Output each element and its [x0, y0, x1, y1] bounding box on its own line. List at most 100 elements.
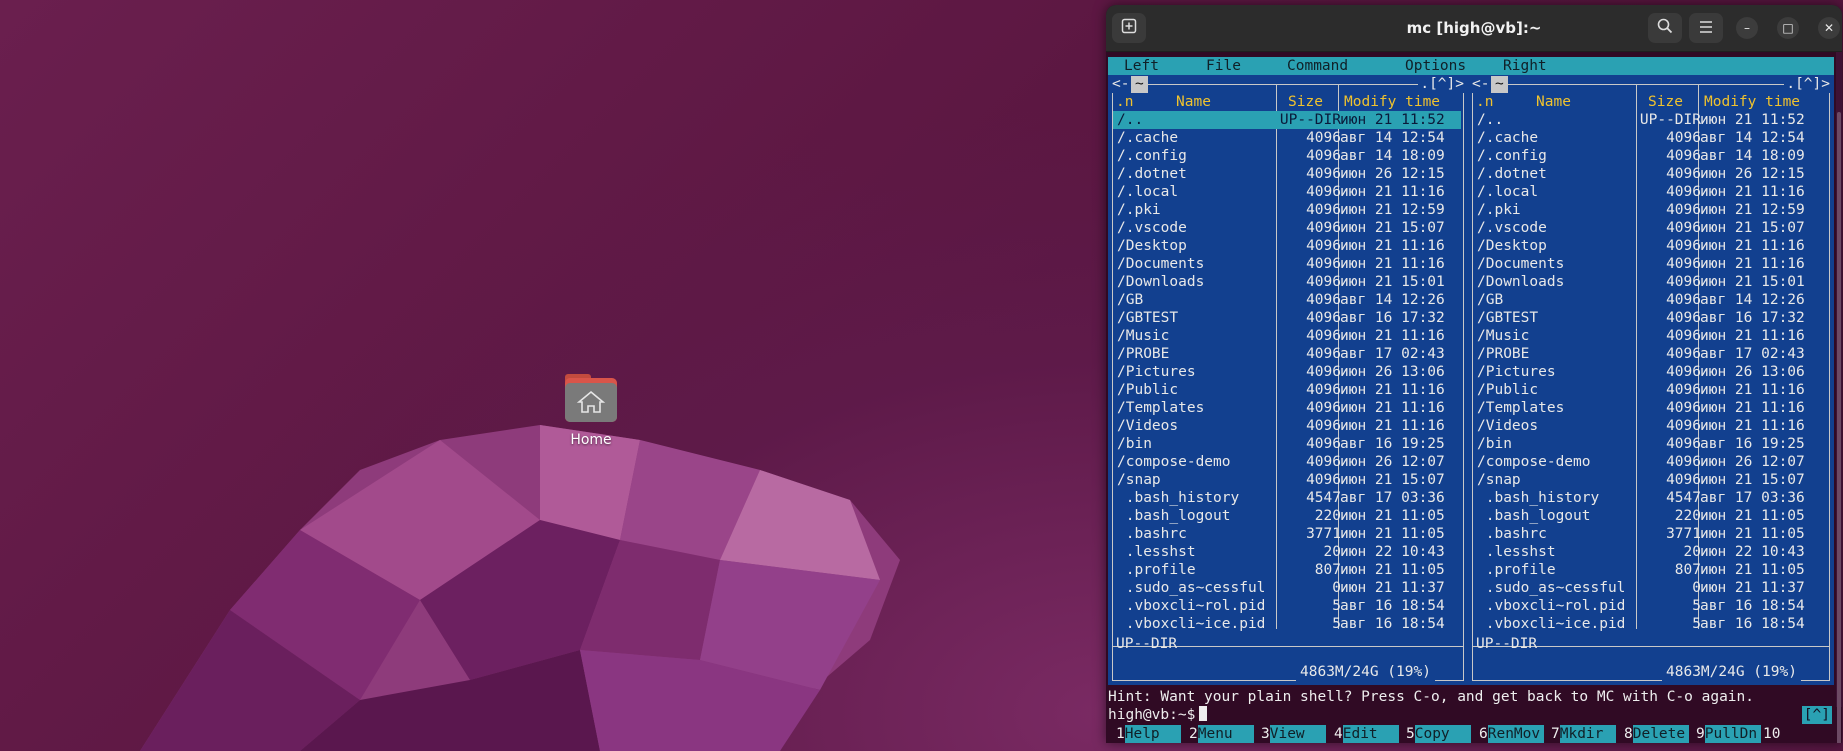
file-row[interactable]: /Public 4096 июн 21 11:16 [1113, 381, 1461, 399]
history-right-arrow[interactable]: .[^]> [1418, 76, 1464, 93]
history-left-arrow[interactable]: <- [1112, 76, 1132, 93]
file-row[interactable]: /.vscode 4096 июн 21 15:07 [1473, 219, 1827, 237]
file-row[interactable]: /Music 4096 июн 21 11:16 [1113, 327, 1461, 345]
file-row[interactable]: .profile 807 июн 21 11:05 [1473, 561, 1827, 579]
file-row[interactable]: /Documents 4096 июн 21 11:16 [1473, 255, 1827, 273]
column-header-size[interactable]: Size [1648, 93, 1683, 111]
file-row[interactable]: /PROBE 4096 авг 17 02:43 [1473, 345, 1827, 363]
file-row[interactable]: /.pki 4096 июн 21 12:59 [1473, 201, 1827, 219]
fkey-delete[interactable]: 8Delete [1624, 725, 1689, 743]
file-row[interactable]: .vboxcli~rol.pid 5 авг 16 18:54 [1473, 597, 1827, 615]
file-row[interactable]: /Pictures 4096 июн 26 13:06 [1113, 363, 1461, 381]
history-left-arrow[interactable]: <- [1472, 76, 1492, 93]
file-row[interactable]: /Videos 4096 июн 21 11:16 [1473, 417, 1827, 435]
column-header-time[interactable]: Modify time [1704, 93, 1800, 111]
right-panel[interactable]: <- ~ .[^]> .n Name Size Modify time /.. U… [1468, 75, 1834, 685]
fkey-menu[interactable]: 2Menu [1189, 725, 1254, 743]
search-button[interactable] [1648, 13, 1682, 43]
menu-file[interactable]: File [1206, 57, 1241, 75]
file-row[interactable]: /compose-demo 4096 июн 26 12:07 [1473, 453, 1827, 471]
new-tab-button[interactable] [1112, 13, 1146, 43]
file-row[interactable]: /.. UP--DIR июн 21 11:52 [1473, 111, 1827, 129]
file-row[interactable]: .vboxcli~rol.pid 5 авг 16 18:54 [1113, 597, 1461, 615]
function-key-bar[interactable]: 1Help 2Menu 3View 4Edit 5Copy 6RenMov 7Mkdir 8D… [1108, 725, 1840, 743]
file-row[interactable]: .bash_logout 220 июн 21 11:05 [1473, 507, 1827, 525]
fkey-renmov[interactable]: 6RenMov [1479, 725, 1544, 743]
file-row[interactable]: /.local 4096 июн 21 11:16 [1113, 183, 1461, 201]
terminal-window[interactable]: mc [high@vb]:~ – □ ✕ Left File Command O… [1106, 5, 1842, 743]
file-row[interactable]: .lesshst 20 июн 22 10:43 [1113, 543, 1461, 561]
file-row[interactable]: .bash_history 4547 авг 17 03:36 [1113, 489, 1461, 507]
fkey-pulldn[interactable]: 9PullDn [1696, 725, 1761, 743]
file-row[interactable]: /compose-demo 4096 июн 26 12:07 [1113, 453, 1461, 471]
column-header-name[interactable]: Name [1536, 93, 1571, 111]
file-row[interactable]: /snap 4096 июн 21 15:07 [1113, 471, 1461, 489]
column-header-name[interactable]: Name [1176, 93, 1211, 111]
title-bar[interactable]: mc [high@vb]:~ – □ ✕ [1106, 5, 1842, 52]
file-row[interactable]: .vboxcli~ice.pid 5 авг 16 18:54 [1113, 615, 1461, 633]
column-header-time[interactable]: Modify time [1344, 93, 1440, 111]
menu-right[interactable]: Right [1503, 57, 1547, 75]
file-row[interactable]: /GBTEST 4096 авг 16 17:32 [1113, 309, 1461, 327]
fkey-quit[interactable]: 10Quit [1763, 725, 1840, 743]
file-row[interactable]: /GBTEST 4096 авг 16 17:32 [1473, 309, 1827, 327]
file-row[interactable]: /.cache 4096 авг 14 12:54 [1113, 129, 1461, 147]
file-row[interactable]: /GB 4096 авг 14 12:26 [1473, 291, 1827, 309]
column-header-size[interactable]: Size [1288, 93, 1323, 111]
file-row[interactable]: /Desktop 4096 июн 21 11:16 [1113, 237, 1461, 255]
file-row[interactable]: .vboxcli~ice.pid 5 авг 16 18:54 [1473, 615, 1827, 633]
file-row[interactable]: /.cache 4096 авг 14 12:54 [1473, 129, 1827, 147]
file-row[interactable]: /Desktop 4096 июн 21 11:16 [1473, 237, 1827, 255]
file-row[interactable]: /Downloads 4096 июн 21 15:01 [1473, 273, 1827, 291]
file-row[interactable]: .sudo_as~cessful 0 июн 21 11:37 [1473, 579, 1827, 597]
panel-path[interactable]: ~ [1491, 76, 1508, 93]
mc-menu-bar[interactable]: Left File Command Options Right [1108, 57, 1834, 75]
file-row[interactable]: /Public 4096 июн 21 11:16 [1473, 381, 1827, 399]
file-row[interactable]: .profile 807 июн 21 11:05 [1113, 561, 1461, 579]
file-row[interactable]: /bin 4096 авг 16 19:25 [1473, 435, 1827, 453]
fkey-view[interactable]: 3View [1261, 725, 1326, 743]
file-row[interactable]: .lesshst 20 июн 22 10:43 [1473, 543, 1827, 561]
scrollbar-thumb[interactable] [1837, 112, 1841, 743]
sort-indicator[interactable]: .n [1476, 93, 1493, 111]
minimize-button[interactable]: – [1736, 17, 1758, 39]
shell-prompt[interactable]: high@vb:~$ [1108, 706, 1208, 724]
file-row[interactable]: /GB 4096 авг 14 12:26 [1113, 291, 1461, 309]
file-row[interactable]: /Documents 4096 июн 21 11:16 [1113, 255, 1461, 273]
file-row[interactable]: /.local 4096 июн 21 11:16 [1473, 183, 1827, 201]
file-row[interactable]: /Templates 4096 июн 21 11:16 [1473, 399, 1827, 417]
file-row[interactable]: /.. UP--DIR июн 21 11:52 [1113, 111, 1461, 129]
file-row[interactable]: /.pki 4096 июн 21 12:59 [1113, 201, 1461, 219]
menu-command[interactable]: Command [1287, 57, 1348, 75]
scrollbar[interactable] [1836, 52, 1842, 743]
file-row[interactable]: /.dotnet 4096 июн 26 12:15 [1473, 165, 1827, 183]
file-row[interactable]: .sudo_as~cessful 0 июн 21 11:37 [1113, 579, 1461, 597]
file-row[interactable]: /.config 4096 авг 14 18:09 [1473, 147, 1827, 165]
maximize-button[interactable]: □ [1777, 17, 1799, 39]
file-row[interactable]: .bash_history 4547 авг 17 03:36 [1473, 489, 1827, 507]
file-row[interactable]: /.config 4096 авг 14 18:09 [1113, 147, 1461, 165]
menu-options[interactable]: Options [1405, 57, 1466, 75]
close-button[interactable]: ✕ [1818, 17, 1840, 39]
menu-button[interactable] [1689, 13, 1723, 43]
left-panel[interactable]: <- ~ .[^]> .n Name Size Modify time /.. U… [1108, 75, 1468, 685]
file-row[interactable]: /Pictures 4096 июн 26 13:06 [1473, 363, 1827, 381]
file-row[interactable]: /Videos 4096 июн 21 11:16 [1113, 417, 1461, 435]
file-row[interactable]: /PROBE 4096 авг 17 02:43 [1113, 345, 1461, 363]
sort-indicator[interactable]: .n [1116, 93, 1133, 111]
terminal-content[interactable]: Left File Command Options Right <- ~ .[^… [1108, 52, 1840, 743]
fkey-help[interactable]: 1Help [1116, 725, 1181, 743]
fkey-copy[interactable]: 5Copy [1406, 725, 1471, 743]
fkey-edit[interactable]: 4Edit [1334, 725, 1399, 743]
file-row[interactable]: /Templates 4096 июн 21 11:16 [1113, 399, 1461, 417]
menu-left[interactable]: Left [1124, 57, 1159, 75]
desktop-home-icon[interactable]: Home [556, 372, 626, 448]
file-row[interactable]: /snap 4096 июн 21 15:07 [1473, 471, 1827, 489]
file-row[interactable]: /.vscode 4096 июн 21 15:07 [1113, 219, 1461, 237]
file-row[interactable]: .bashrc 3771 июн 21 11:05 [1113, 525, 1461, 543]
fkey-mkdir[interactable]: 7Mkdir [1551, 725, 1616, 743]
panel-path[interactable]: ~ [1131, 76, 1148, 93]
file-row[interactable]: /bin 4096 авг 16 19:25 [1113, 435, 1461, 453]
history-right-arrow[interactable]: .[^]> [1784, 76, 1830, 93]
file-row[interactable]: /Downloads 4096 июн 21 15:01 [1113, 273, 1461, 291]
